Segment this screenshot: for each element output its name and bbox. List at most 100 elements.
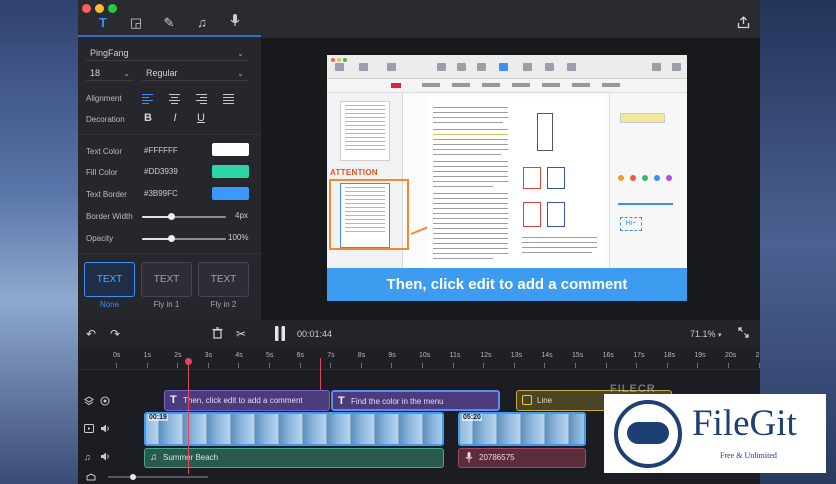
text-clip-icon: T <box>170 394 177 406</box>
opacity-slider-knob[interactable] <box>168 235 176 242</box>
timeline-zoom-knob[interactable] <box>130 474 136 480</box>
animation-fly-in-2-label: Fly in 2 <box>210 300 237 309</box>
caption-banner[interactable]: Then, click edit to add a comment <box>327 268 687 301</box>
close-window-button[interactable] <box>82 4 91 13</box>
ruler-tick-label: 17s <box>633 352 645 359</box>
ruler-tick-label: 14s <box>541 352 553 359</box>
export-icon[interactable] <box>736 16 750 30</box>
text-border-swatch[interactable] <box>212 187 249 200</box>
cut-icon[interactable]: ✂ <box>236 327 246 341</box>
layers-icon[interactable] <box>84 396 94 408</box>
ruler-tick-label: 9s <box>388 352 396 359</box>
zoom-window-button[interactable] <box>108 4 117 13</box>
ruler-tick-label: 10s <box>419 352 431 359</box>
line-clip-label: Line <box>537 396 553 405</box>
redo-icon[interactable]: ↷ <box>110 327 120 341</box>
ruler-tick-label: 3s <box>204 352 213 359</box>
filegit-logo: FileGit Free & Unlimited <box>604 394 826 473</box>
animation-none-label: None <box>99 300 120 309</box>
animation-fly-in-2-option[interactable]: TEXT <box>198 262 249 297</box>
playhead-line[interactable] <box>188 358 189 474</box>
align-left-icon[interactable] <box>142 94 153 104</box>
ruler-tick-label: 21s <box>755 352 760 359</box>
text-color-hex: #FFFFFF <box>144 146 178 155</box>
undo-icon[interactable]: ↶ <box>86 327 96 341</box>
ruler-tick-label: 7s <box>327 352 335 359</box>
animation-fly-in-1-option[interactable]: TEXT <box>141 262 192 297</box>
font-weight-value: Regular <box>146 68 178 78</box>
ruler-tick <box>391 363 393 368</box>
text-clip-icon: T <box>338 395 345 407</box>
speaker-icon[interactable] <box>100 424 110 435</box>
ruler-tick <box>728 363 729 368</box>
ruler-tick-label: 2s <box>174 352 182 359</box>
title-bar: T ◲ ✎ ♫ <box>78 0 760 38</box>
bold-button[interactable]: B <box>142 112 154 124</box>
video-clip[interactable]: 00:19 <box>144 412 444 446</box>
video-frame[interactable]: ATTENTION Hi~ Then, click edit to add a … <box>327 55 687 301</box>
collapse-icon[interactable] <box>86 473 96 483</box>
playhead-handle[interactable] <box>185 358 192 365</box>
delete-icon[interactable] <box>212 327 223 343</box>
font-family-dropdown[interactable]: PingFang ⌄ <box>86 47 248 61</box>
logo-tagline: Free & Unlimited <box>720 451 777 460</box>
attention-annotation: ATTENTION <box>330 168 378 177</box>
mic-tool-icon[interactable] <box>226 14 244 32</box>
align-center-icon[interactable] <box>169 94 180 104</box>
minimize-window-button[interactable] <box>95 4 104 13</box>
timeline-ruler[interactable]: 0s 1s 2s 3s 4s 5s 6s 7s 8s 9s 10s 11s 12s 13s 14s 15s 16… <box>78 348 760 370</box>
opacity-slider-fill <box>142 238 172 240</box>
ruler-tick-label: 0s <box>113 352 121 359</box>
marker-line <box>320 358 321 390</box>
text-tool-icon[interactable]: T <box>94 14 112 32</box>
font-family-value: PingFang <box>90 48 129 58</box>
chevron-down-icon: ▾ <box>718 332 722 339</box>
zoom-value: 71.1% <box>690 329 716 339</box>
shape-tool-icon[interactable]: ◲ <box>127 14 145 32</box>
chevron-down-icon: ⌄ <box>123 69 130 78</box>
zoom-level-dropdown[interactable]: 71.1% ▾ <box>690 329 722 339</box>
eye-icon[interactable] <box>100 396 110 408</box>
tab-underline <box>78 35 261 37</box>
desktop-background-left <box>0 0 78 484</box>
ruler-tick <box>513 363 515 368</box>
ruler-tick <box>330 363 332 368</box>
chevron-down-icon: ⌄ <box>237 49 244 58</box>
animation-none-option[interactable]: TEXT <box>84 262 135 297</box>
microphone-icon <box>230 14 240 26</box>
fill-color-label: Fill Color <box>86 168 118 177</box>
pause-icon[interactable] <box>274 326 286 344</box>
voice-clip[interactable]: 20786575 <box>458 448 586 468</box>
pen-tool-icon[interactable]: ✎ <box>160 14 178 32</box>
align-justify-icon[interactable] <box>223 94 234 104</box>
align-right-icon[interactable] <box>196 94 207 104</box>
fullscreen-icon[interactable] <box>738 327 749 341</box>
video-track-icon[interactable] <box>84 424 94 435</box>
italic-button[interactable]: I <box>169 112 181 124</box>
section-divider <box>78 253 261 254</box>
text-clip-selected[interactable]: T Find the color in the menu <box>331 390 500 411</box>
ruler-tick-label: 8s <box>357 352 366 359</box>
ruler-tick-label: 6s <box>296 352 304 359</box>
ruler-tick <box>299 363 301 368</box>
music-tool-icon[interactable]: ♫ <box>193 14 211 32</box>
font-size-dropdown[interactable]: 18 ⌄ <box>86 67 134 81</box>
alignment-label: Alignment <box>86 94 122 103</box>
logo-brand-text: FileGit <box>692 403 797 444</box>
audio-clip[interactable]: ♫ Summer Beach <box>144 448 444 468</box>
timeline-zoom-slider[interactable] <box>108 476 208 478</box>
video-clip[interactable]: 05:20 <box>458 412 586 446</box>
border-width-slider-fill <box>142 216 172 218</box>
font-weight-dropdown[interactable]: Regular ⌄ <box>142 67 248 81</box>
border-width-slider-knob[interactable] <box>168 213 176 220</box>
recorded-app-toolbar <box>327 55 687 79</box>
decoration-label: Decoration <box>86 115 125 124</box>
music-note-icon: ♫ <box>150 452 158 463</box>
font-size-value: 18 <box>90 68 101 78</box>
ruler-tick-label: 19s <box>694 352 706 359</box>
music-note-icon[interactable]: ♫ <box>84 452 91 462</box>
text-color-swatch[interactable] <box>212 143 249 156</box>
fill-color-swatch[interactable] <box>212 165 249 178</box>
speaker-icon[interactable] <box>100 452 110 463</box>
underline-button[interactable]: U <box>195 112 207 124</box>
